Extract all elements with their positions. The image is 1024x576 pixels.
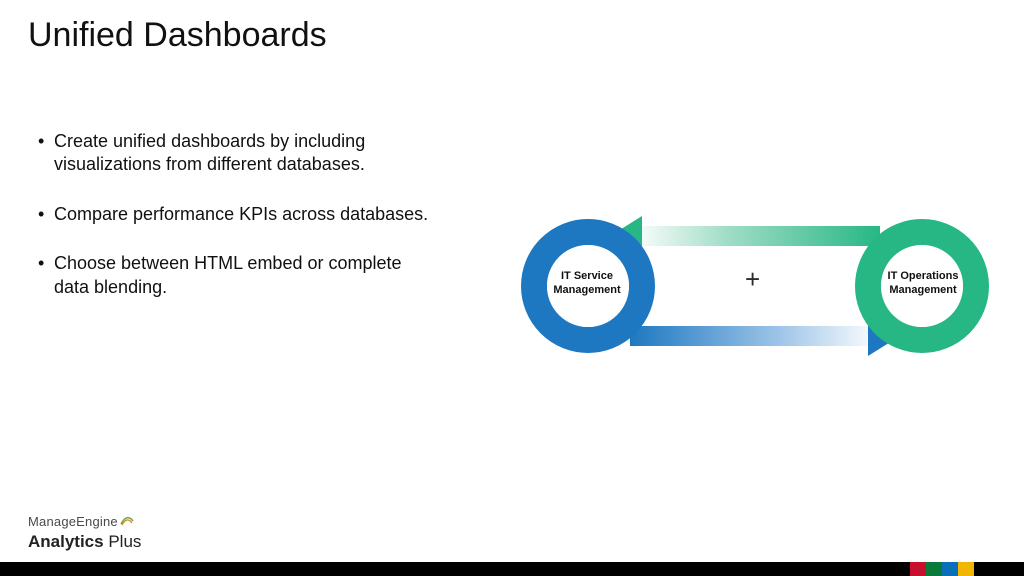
color-square [910,562,926,576]
page-title: Unified Dashboards [28,16,327,55]
diagram-node-left: IT Service Management [532,270,642,298]
plus-symbol: + [745,264,760,295]
logo-product-light: Plus [108,532,141,551]
cycle-diagram: + IT Service Management IT Operations Ma… [520,206,990,366]
color-square [958,562,974,576]
logo-brand-text: ManageEngine [28,514,118,529]
bullet-list: Create unified dashboards by including v… [38,130,438,325]
logo-product-bold: Analytics [28,532,104,551]
list-item: Create unified dashboards by including v… [38,130,438,177]
list-item: Choose between HTML embed or complete da… [38,252,438,299]
footer-color-squares [910,562,974,576]
brand-logo: ManageEngine Analytics Plus [28,514,141,552]
list-item: Compare performance KPIs across database… [38,203,438,226]
footer-bar [0,562,1024,576]
logo-product: Analytics Plus [28,532,141,552]
color-square [942,562,958,576]
logo-swoosh-icon [120,515,134,530]
color-square [926,562,942,576]
diagram-node-right: IT Operations Management [868,270,978,298]
slide: Unified Dashboards Create unified dashbo… [0,0,1024,576]
logo-brand: ManageEngine [28,514,141,530]
